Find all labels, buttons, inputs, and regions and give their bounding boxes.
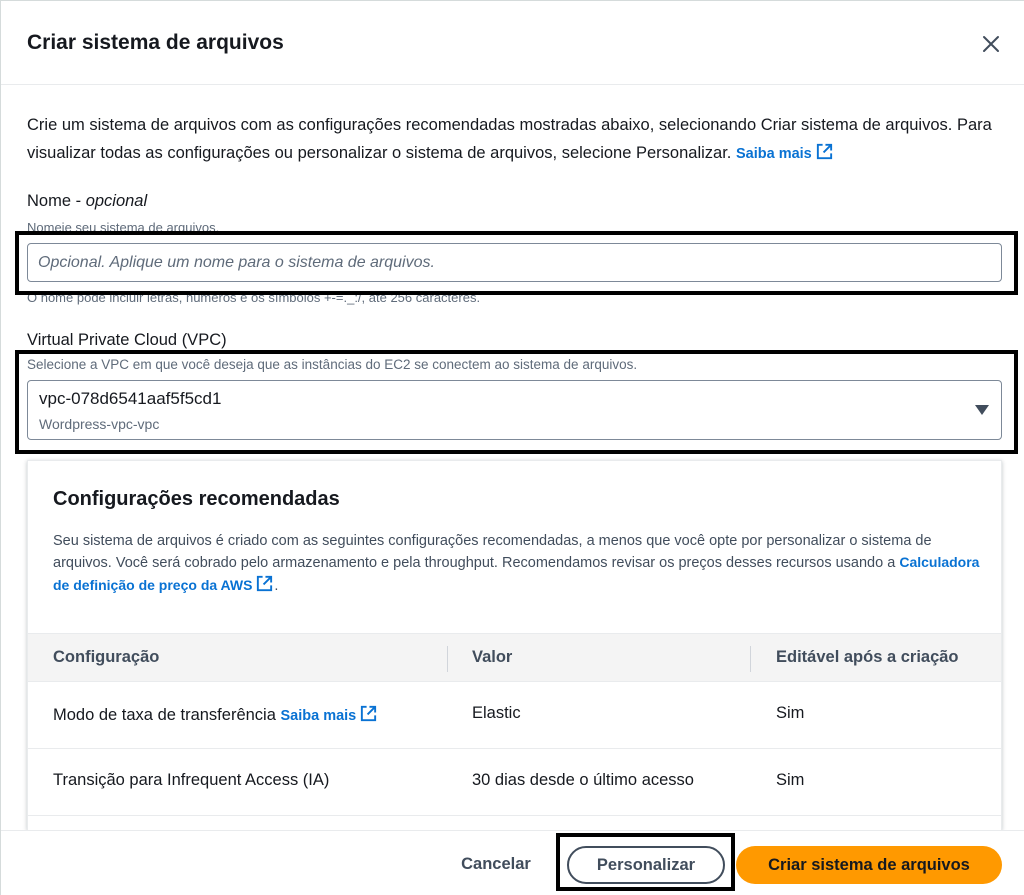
modal-header: Criar sistema de arquivos (1, 1, 1024, 85)
row-editable-cell: Sim (776, 704, 805, 722)
table-header: Configuração Valor Editável após a criaç… (28, 633, 1001, 682)
intro-paragraph: Crie um sistema de arquivos com as confi… (27, 111, 1002, 168)
name-field-constraint: O nome pode incluir letras, números e os… (27, 290, 481, 305)
table-row: Transição para Infrequent Access (IA) 30… (28, 749, 1001, 816)
name-input[interactable] (27, 243, 1002, 282)
intro-text: Crie um sistema de arquivos com as confi… (27, 116, 992, 162)
column-header-configuration: Configuração (53, 648, 160, 666)
modal-footer: Cancelar Personalizar Criar sistema de a… (1, 830, 1024, 895)
external-link-icon (257, 575, 273, 592)
name-label-text: Nome (27, 192, 72, 210)
learn-more-label: Saiba mais (280, 708, 357, 724)
customize-button[interactable]: Personalizar (567, 846, 725, 884)
description-period: . (274, 578, 279, 594)
row-config-cell: Transição para Infrequent Access (IA) (53, 771, 330, 789)
column-divider (750, 646, 751, 672)
modal-title: Criar sistema de arquivos (27, 31, 284, 54)
vpc-selected-name: Wordpress-vpc-vpc (39, 416, 160, 432)
vpc-selected-id: vpc-078d6541aaf5f5cd1 (39, 389, 222, 408)
config-name: Modo de taxa de transferência (53, 706, 276, 724)
vpc-field-description: Selecione a VPC em que você deseja que a… (27, 357, 638, 372)
column-divider (447, 646, 448, 672)
row-value-cell: 30 dias desde o último acesso (472, 771, 694, 789)
vpc-select[interactable]: vpc-078d6541aaf5f5cd1 Wordpress-vpc-vpc (27, 380, 1002, 440)
table-row: Modo de taxa de transferência Saiba mais… (28, 682, 1001, 749)
recommended-description: Seu sistema de arquivos é criado com as … (53, 531, 983, 597)
recommended-settings-panel: Configurações recomendadas Seu sistema d… (27, 460, 1002, 830)
optional-tag: opcional (85, 192, 148, 210)
row-editable-cell: Sim (776, 771, 805, 789)
vpc-field-label: Virtual Private Cloud (VPC) (27, 331, 227, 349)
create-file-system-modal: Criar sistema de arquivos Crie um sistem… (0, 0, 1024, 895)
learn-more-link[interactable]: Saiba mais (735, 143, 834, 162)
name-field-description: Nomeie seu sistema de arquivos. (27, 220, 220, 235)
recommended-title: Configurações recomendadas (53, 488, 340, 510)
create-file-system-button[interactable]: Criar sistema de arquivos (736, 846, 1002, 884)
column-header-value: Valor (472, 648, 513, 666)
close-icon (983, 36, 999, 52)
row-value-cell: Elastic (472, 704, 521, 722)
recommended-description-text: Seu sistema de arquivos é criado com as … (53, 533, 932, 571)
throughput-learn-more-link[interactable]: Saiba mais (280, 705, 378, 724)
cancel-button[interactable]: Cancelar (447, 846, 545, 882)
external-link-icon (361, 705, 377, 722)
row-config-cell: Modo de taxa de transferência Saiba mais (53, 704, 378, 725)
column-header-editable: Editável após a criação (776, 648, 959, 666)
external-link-icon (816, 143, 832, 160)
caret-down-icon (975, 405, 989, 415)
learn-more-label: Saiba mais (735, 146, 812, 162)
close-button[interactable] (979, 32, 1003, 56)
name-field-label: Nome - opcional (27, 192, 148, 210)
